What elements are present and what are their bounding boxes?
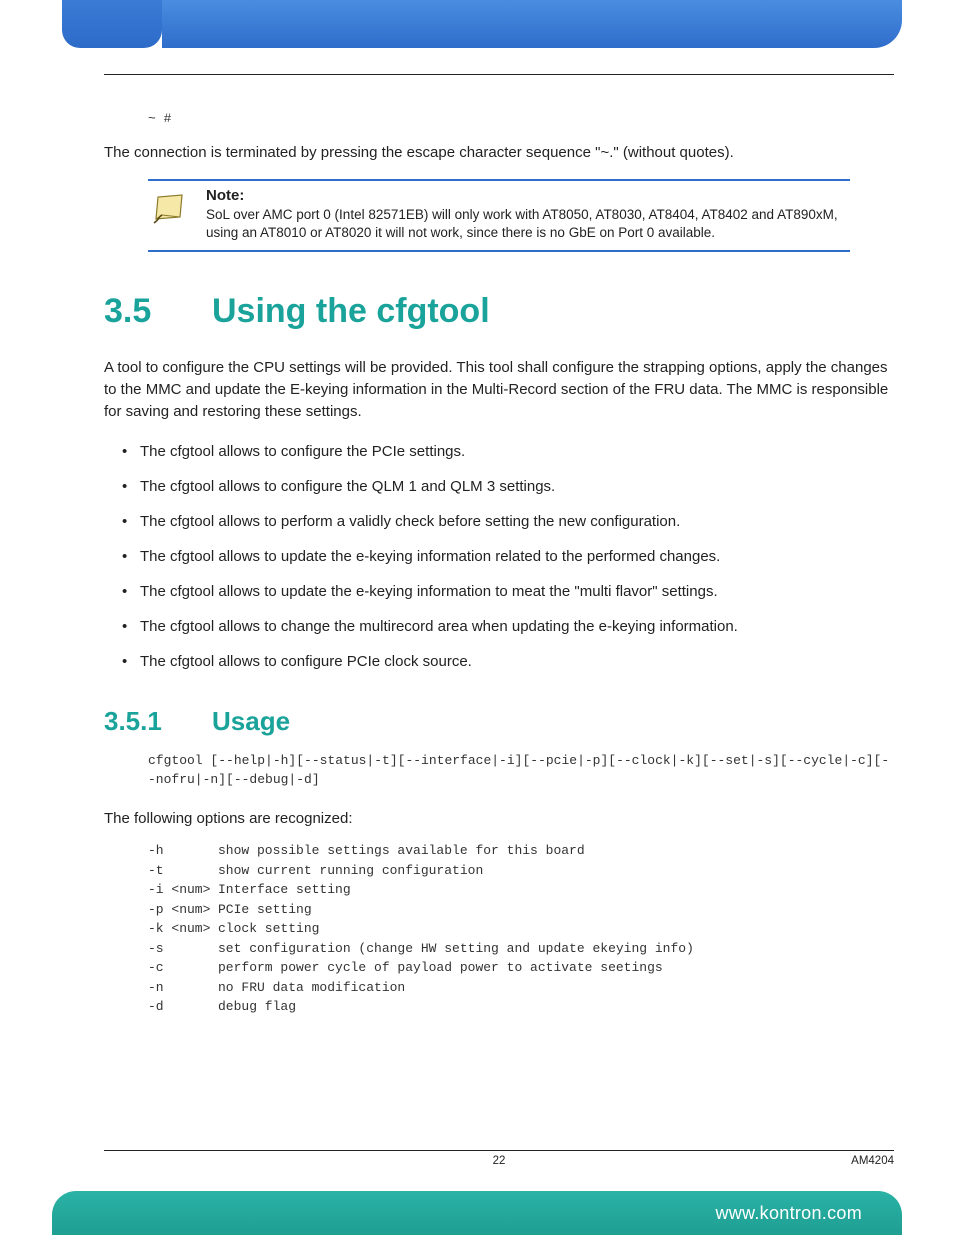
option-desc: no FRU data modification <box>218 978 405 998</box>
option-flag: -t <box>148 861 218 881</box>
doc-id: AM4204 <box>851 1155 894 1167</box>
list-item: The cfgtool allows to update the e-keyin… <box>122 581 894 602</box>
option-desc: PCIe setting <box>218 900 312 920</box>
intro-paragraph: The connection is terminated by pressing… <box>104 144 894 161</box>
section-number: 3.5 <box>104 292 212 331</box>
option-flag: -p <num> <box>148 900 218 920</box>
list-item: The cfgtool allows to change the multire… <box>122 616 894 637</box>
option-row: -i <num>Interface setting <box>148 880 894 900</box>
header-bar <box>162 0 902 48</box>
note-text: SoL over AMC port 0 (Intel 82571EB) will… <box>206 206 850 242</box>
option-row: -ddebug flag <box>148 997 894 1017</box>
options-table: -hshow possible settings available for t… <box>148 841 894 1017</box>
option-row: -nno FRU data modification <box>148 978 894 998</box>
list-item: The cfgtool allows to configure the QLM … <box>122 476 894 497</box>
option-desc: debug flag <box>218 997 296 1017</box>
subsection-heading: 3.5.1Usage <box>104 706 894 737</box>
page-content: ~ # The connection is terminated by pres… <box>104 74 894 1017</box>
option-row: -cperform power cycle of payload power t… <box>148 958 894 978</box>
option-row: -hshow possible settings available for t… <box>148 841 894 861</box>
footer-strip: www.kontron.com <box>52 1191 902 1235</box>
option-desc: clock setting <box>218 919 319 939</box>
option-flag: -n <box>148 978 218 998</box>
page-footer: 22 AM4204 <box>104 1150 894 1167</box>
option-flag: -s <box>148 939 218 959</box>
option-desc: show possible settings available for thi… <box>218 841 585 861</box>
subsection-title: Usage <box>212 706 290 736</box>
option-row: -k <num>clock setting <box>148 919 894 939</box>
section-paragraph: A tool to configure the CPU settings wil… <box>104 357 894 422</box>
option-flag: -k <num> <box>148 919 218 939</box>
option-desc: set configuration (change HW setting and… <box>218 939 694 959</box>
footer-url: www.kontron.com <box>715 1203 862 1224</box>
option-row: -tshow current running configuration <box>148 861 894 881</box>
option-desc: show current running configuration <box>218 861 483 881</box>
option-row: -p <num>PCIe setting <box>148 900 894 920</box>
note-title: Note: <box>206 187 850 204</box>
option-flag: -c <box>148 958 218 978</box>
list-item: The cfgtool allows to perform a validly … <box>122 511 894 532</box>
list-item: The cfgtool allows to update the e-keyin… <box>122 546 894 567</box>
bullet-list: The cfgtool allows to configure the PCIe… <box>122 441 894 672</box>
shell-prompt: ~ # <box>148 111 894 126</box>
section-heading: 3.5Using the cfgtool <box>104 292 894 331</box>
list-item: The cfgtool allows to configure the PCIe… <box>122 441 894 462</box>
note-icon <box>148 189 188 229</box>
subsection-number: 3.5.1 <box>104 706 212 737</box>
option-flag: -d <box>148 997 218 1017</box>
section-title: Using the cfgtool <box>212 292 490 330</box>
note-box: Note: SoL over AMC port 0 (Intel 82571EB… <box>148 179 850 252</box>
options-intro: The following options are recognized: <box>104 808 894 830</box>
option-row: -sset configuration (change HW setting a… <box>148 939 894 959</box>
option-desc: perform power cycle of payload power to … <box>218 958 663 978</box>
usage-command: cfgtool [--help|-h][--status|-t][--inter… <box>148 751 894 790</box>
option-flag: -h <box>148 841 218 861</box>
list-item: The cfgtool allows to configure PCIe clo… <box>122 651 894 672</box>
option-desc: Interface setting <box>218 880 351 900</box>
option-flag: -i <num> <box>148 880 218 900</box>
page-number: 22 <box>493 1155 506 1167</box>
header-tab <box>62 0 162 48</box>
